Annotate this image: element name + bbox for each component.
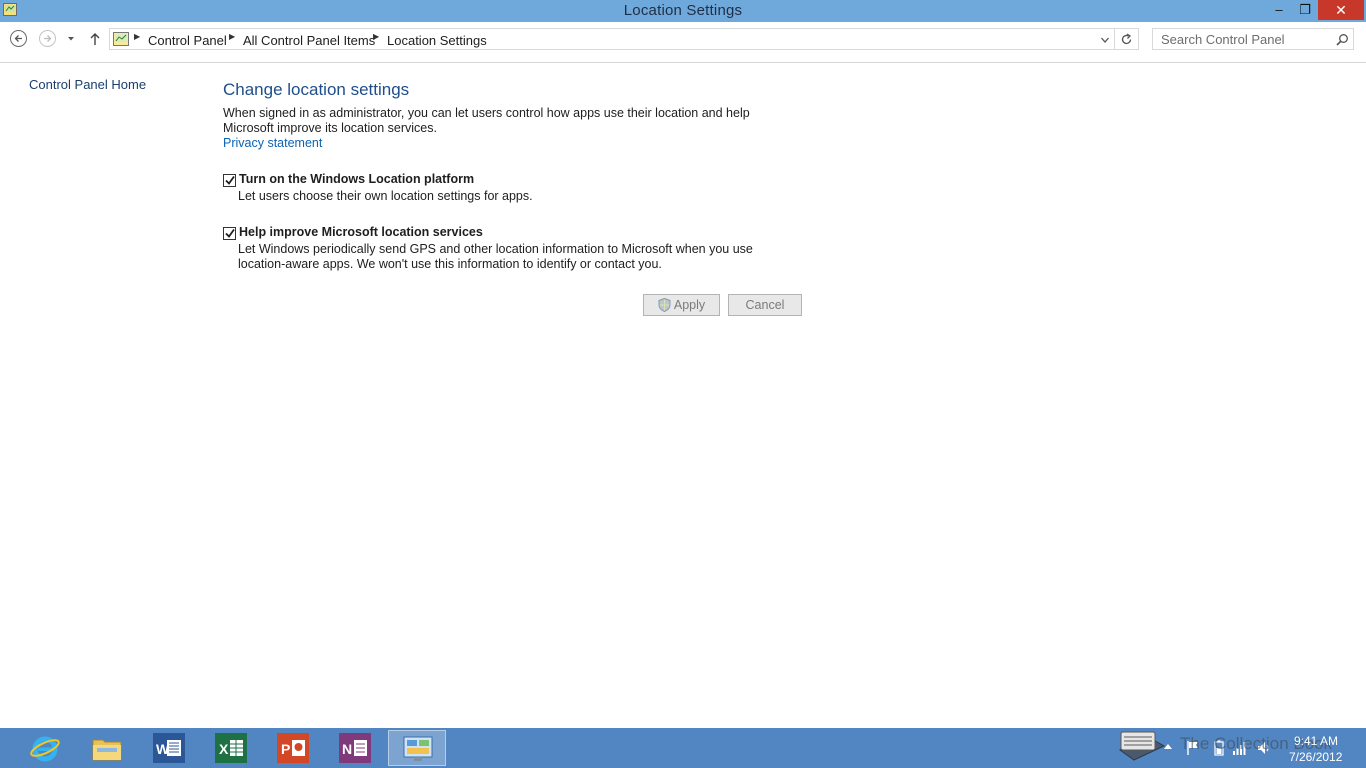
- breadcrumb-separator-icon[interactable]: ▶: [373, 32, 379, 41]
- minimize-button[interactable]: –: [1266, 0, 1292, 20]
- restore-button[interactable]: ❐: [1292, 0, 1318, 20]
- forward-button[interactable]: [39, 30, 56, 47]
- breadcrumb-location-settings[interactable]: Location Settings: [387, 33, 487, 48]
- windows-location-platform-checkbox[interactable]: [223, 174, 236, 187]
- taskbar-excel[interactable]: X: [202, 730, 260, 766]
- ie-icon: [30, 736, 60, 762]
- svg-text:N: N: [342, 741, 352, 757]
- improve-location-services-description: Let Windows periodically send GPS and ot…: [238, 242, 753, 271]
- breadcrumb-control-panel[interactable]: Control Panel: [148, 33, 227, 48]
- excel-icon: X: [215, 733, 247, 763]
- control-panel-home-link[interactable]: Control Panel Home: [29, 77, 146, 92]
- windows-location-platform-label[interactable]: Turn on the Windows Location platform: [239, 172, 474, 186]
- recent-locations-chevron-icon[interactable]: [66, 35, 76, 43]
- title-bar: Location Settings – ❐ ✕: [0, 0, 1366, 22]
- taskbar: W X P N The Collection Book 9:41 AM 7/26…: [0, 728, 1366, 768]
- control-panel-icon: [403, 736, 433, 761]
- word-icon: W: [153, 733, 185, 763]
- folder-icon: [92, 739, 122, 761]
- svg-text:P: P: [281, 741, 290, 757]
- search-box[interactable]: [1152, 28, 1354, 50]
- taskbar-onenote[interactable]: N: [326, 730, 384, 766]
- taskbar-file-explorer[interactable]: [78, 730, 136, 766]
- taskbar-word[interactable]: W: [140, 730, 198, 766]
- address-bar[interactable]: ▶ Control Panel ▶ All Control Panel Item…: [109, 28, 1115, 50]
- privacy-statement-link[interactable]: Privacy statement: [223, 136, 322, 150]
- window-title: Location Settings: [623, 2, 743, 19]
- navigation-bar: ▶ Control Panel ▶ All Control Panel Item…: [0, 22, 1366, 63]
- forward-arrow-icon: [44, 35, 52, 42]
- page-description: When signed in as administrator, you can…: [223, 106, 750, 135]
- page-title: Change location settings: [223, 80, 410, 99]
- improve-location-services-checkbox[interactable]: [223, 227, 236, 240]
- back-arrow-icon: [14, 35, 22, 42]
- svg-text:W: W: [156, 741, 170, 757]
- refresh-button[interactable]: [1115, 28, 1139, 50]
- address-dropdown-chevron-icon[interactable]: [1100, 36, 1110, 44]
- powerpoint-icon: P: [277, 733, 309, 763]
- refresh-icon: [1121, 33, 1132, 45]
- uac-shield-icon: [658, 297, 671, 312]
- apply-button[interactable]: Apply: [643, 294, 720, 316]
- checkmark-icon: [225, 228, 235, 238]
- taskbar-powerpoint[interactable]: P: [264, 730, 322, 766]
- improve-location-services-label[interactable]: Help improve Microsoft location services: [239, 225, 483, 239]
- search-icon[interactable]: [1335, 33, 1349, 47]
- touch-keyboard-icon[interactable]: [1116, 720, 1166, 768]
- checkmark-icon: [225, 175, 235, 185]
- taskbar-internet-explorer[interactable]: [16, 730, 74, 766]
- back-button[interactable]: [10, 30, 27, 47]
- close-button[interactable]: ✕: [1318, 0, 1364, 20]
- breadcrumb-all-control-panel-items[interactable]: All Control Panel Items: [243, 33, 375, 48]
- clock-time[interactable]: 9:41 AM: [1294, 734, 1338, 748]
- apply-label: Apply: [673, 298, 706, 312]
- breadcrumb-separator-icon[interactable]: ▶: [229, 32, 235, 41]
- up-arrow-icon[interactable]: [88, 32, 102, 46]
- search-input[interactable]: [1153, 29, 1336, 49]
- taskbar-control-panel[interactable]: [388, 730, 446, 766]
- control-panel-icon: [113, 32, 129, 46]
- breadcrumb-separator-icon[interactable]: ▶: [134, 32, 140, 41]
- onenote-icon: N: [339, 733, 371, 763]
- clock-date[interactable]: 7/26/2012: [1289, 750, 1342, 764]
- show-hidden-icons-chevron-icon[interactable]: [1162, 742, 1174, 752]
- cancel-button[interactable]: Cancel: [728, 294, 802, 316]
- windows-location-platform-description: Let users choose their own location sett…: [238, 189, 533, 203]
- svg-text:X: X: [219, 741, 229, 757]
